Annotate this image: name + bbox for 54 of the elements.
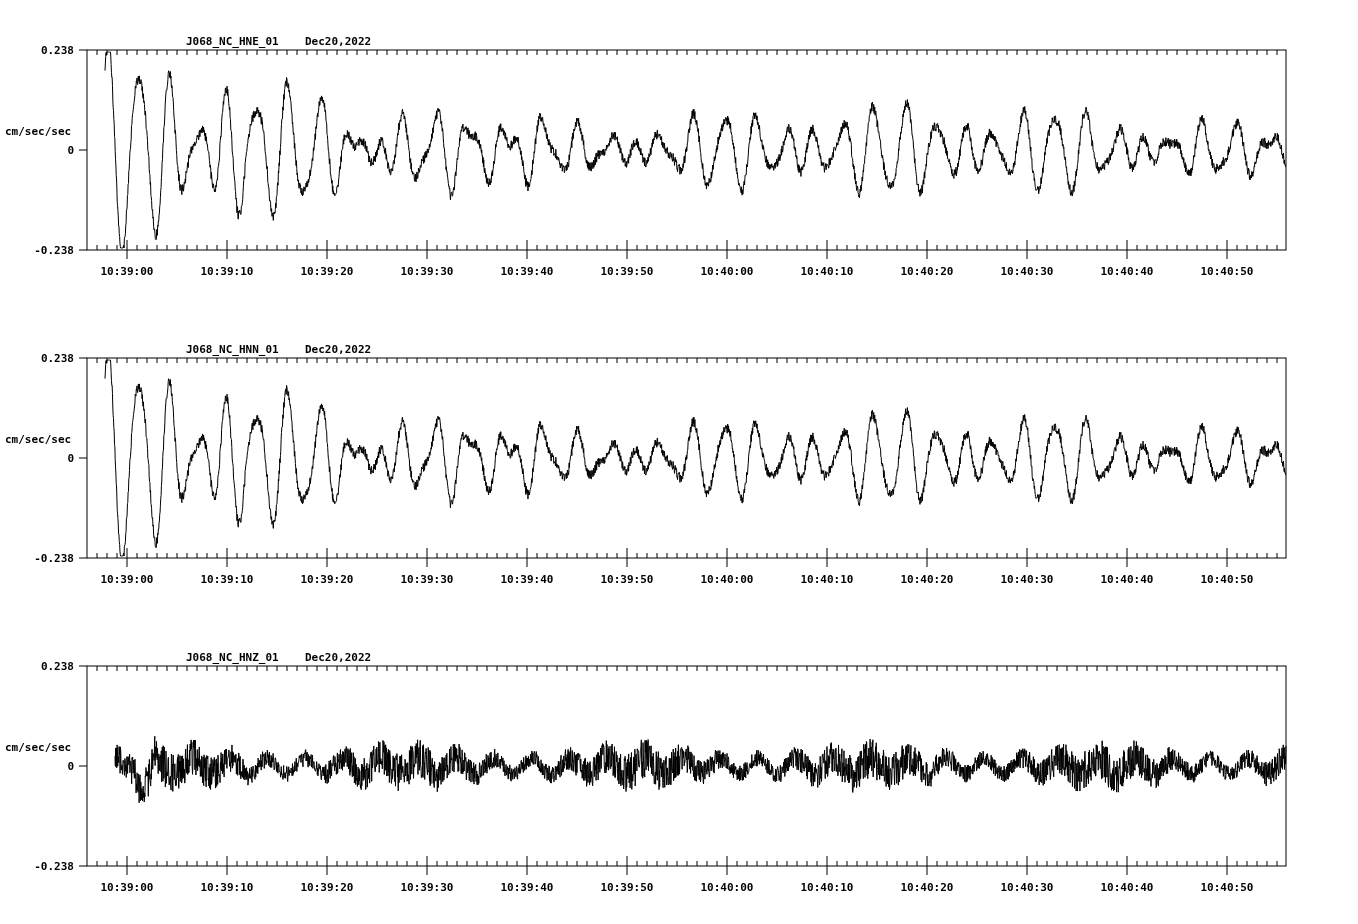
y-tick-label: -0.238 bbox=[34, 552, 74, 565]
y-tick-label: 0 bbox=[67, 760, 74, 773]
x-tick-label: 10:39:20 bbox=[300, 265, 354, 278]
y-tick-label: 0.238 bbox=[40, 44, 74, 57]
date-label: Dec20,2022 bbox=[305, 343, 372, 356]
y-tick-label: 0.238 bbox=[40, 352, 74, 365]
x-tick-label: 10:39:20 bbox=[300, 573, 354, 586]
x-tick-label: 10:39:50 bbox=[600, 265, 654, 278]
x-tick-label: 10:40:10 bbox=[800, 265, 854, 278]
y-tick-label: 0 bbox=[67, 144, 74, 157]
x-tick-label: 10:40:00 bbox=[700, 573, 754, 586]
x-tick-label: 10:39:40 bbox=[500, 265, 554, 278]
y-axis-unit: cm/sec/sec bbox=[5, 433, 72, 446]
x-tick-label: 10:39:40 bbox=[500, 573, 554, 586]
x-tick-label: 10:40:40 bbox=[1100, 265, 1154, 278]
x-tick-label: 10:39:00 bbox=[100, 573, 154, 586]
y-tick-label: -0.238 bbox=[34, 244, 74, 257]
x-tick-label: 10:39:30 bbox=[400, 881, 454, 894]
x-tick-label: 10:40:20 bbox=[900, 881, 954, 894]
x-tick-label: 10:39:10 bbox=[200, 573, 254, 586]
x-tick-label: 10:40:00 bbox=[700, 265, 754, 278]
y-tick-label: 0 bbox=[67, 452, 74, 465]
x-tick-label: 10:39:10 bbox=[200, 265, 254, 278]
x-tick-label: 10:39:50 bbox=[600, 573, 654, 586]
x-tick-label: 10:39:50 bbox=[600, 881, 654, 894]
x-tick-label: 10:39:40 bbox=[500, 881, 554, 894]
x-tick-label: 10:39:00 bbox=[100, 881, 154, 894]
y-tick-label: 0.238 bbox=[40, 660, 74, 673]
x-tick-label: 10:40:50 bbox=[1200, 573, 1254, 586]
x-tick-label: 10:40:20 bbox=[900, 573, 954, 586]
channel-title: J068_NC_HNE_01 bbox=[186, 35, 279, 48]
y-tick-label: -0.238 bbox=[34, 860, 74, 873]
date-label: Dec20,2022 bbox=[305, 35, 372, 48]
y-axis-unit: cm/sec/sec bbox=[5, 741, 72, 754]
x-tick-label: 10:40:30 bbox=[1000, 881, 1054, 894]
x-tick-label: 10:40:00 bbox=[700, 881, 754, 894]
channel-title: J068_NC_HNN_01 bbox=[186, 343, 279, 356]
channel-title: J068_NC_HNZ_01 bbox=[186, 651, 279, 664]
x-tick-label: 10:40:50 bbox=[1200, 881, 1254, 894]
x-tick-label: 10:39:20 bbox=[300, 881, 354, 894]
x-tick-label: 10:40:30 bbox=[1000, 573, 1054, 586]
x-tick-label: 10:40:20 bbox=[900, 265, 954, 278]
x-tick-label: 10:40:10 bbox=[800, 881, 854, 894]
x-tick-label: 10:39:30 bbox=[400, 573, 454, 586]
x-tick-label: 10:40:40 bbox=[1100, 573, 1154, 586]
date-label: Dec20,2022 bbox=[305, 651, 372, 664]
y-axis-unit: cm/sec/sec bbox=[5, 125, 72, 138]
x-tick-label: 10:40:30 bbox=[1000, 265, 1054, 278]
x-tick-label: 10:40:40 bbox=[1100, 881, 1154, 894]
x-tick-label: 10:39:10 bbox=[200, 881, 254, 894]
x-tick-label: 10:40:10 bbox=[800, 573, 854, 586]
x-tick-label: 10:40:50 bbox=[1200, 265, 1254, 278]
x-tick-label: 10:39:00 bbox=[100, 265, 154, 278]
x-tick-label: 10:39:30 bbox=[400, 265, 454, 278]
